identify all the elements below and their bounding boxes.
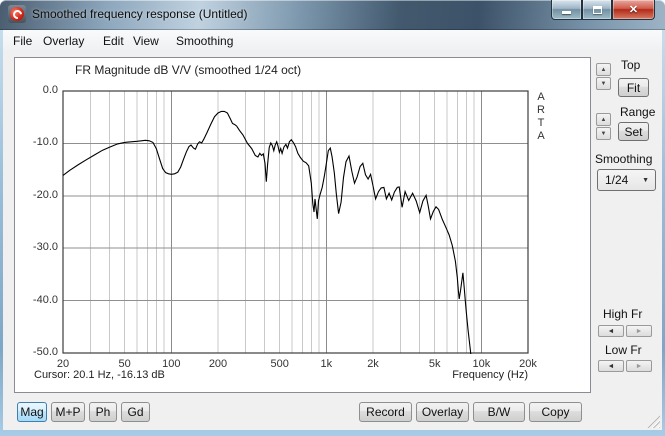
titlebar[interactable]: Smoothed frequency response (Untitled) ✕ [0,0,665,30]
smoothing-dropdown[interactable]: 1/24 ▼ [597,169,656,191]
arrow-down-icon: ▼ [600,80,607,87]
arrow-down-icon: ▼ [600,130,607,137]
frequency-response-plot[interactable] [62,90,529,359]
arrow-left-icon: ◄ [607,362,615,370]
close-button[interactable]: ✕ [612,0,655,20]
arta-watermark-letter: A [537,130,545,142]
arta-watermark-letter: A [537,91,545,103]
cursor-readout: Cursor: 20.1 Hz, -16.13 dB [34,369,165,381]
maximize-button[interactable] [582,0,612,20]
ph-view-button[interactable]: Ph [89,402,117,422]
arta-watermark: ARTA [533,91,549,143]
y-axis-tick-label: -10.0 [32,136,58,149]
window-controls: ✕ [551,0,655,20]
top-spinner: ▲ ▼ [596,63,611,91]
maximize-icon [592,5,602,14]
y-axis-tick-label: -40.0 [32,293,58,306]
range-spin-up-button[interactable]: ▲ [596,113,611,126]
range-spin-down-button[interactable]: ▼ [596,127,611,140]
m-plus-p-view-button[interactable]: M+P [51,402,85,422]
top-spin-up-button[interactable]: ▲ [596,63,611,76]
range-label: Range [620,105,656,119]
low-fr-increase-button[interactable]: ► [626,360,652,372]
menu-smoothing[interactable]: Smoothing [173,30,236,52]
arrow-up-icon: ▲ [600,116,607,123]
x-axis-tick-label: 500 [270,358,289,370]
x-axis-title: Frequency (Hz) [452,369,528,381]
arrow-right-icon: ► [635,327,643,335]
resize-grip[interactable] [647,415,660,428]
menu-edit[interactable]: Edit [100,30,127,52]
app-window: Smoothed frequency response (Untitled) ✕… [0,0,665,436]
close-icon: ✕ [628,3,639,16]
menu-overlay[interactable]: Overlay [40,30,87,52]
low-fr-decrease-button[interactable]: ◄ [598,360,624,372]
high-fr-label: High Fr [603,307,643,321]
gd-view-button[interactable]: Gd [121,402,150,422]
copy-button[interactable]: Copy [529,402,582,422]
chevron-down-icon: ▼ [642,176,649,184]
arrow-up-icon: ▲ [600,66,607,73]
low-fr-label: Low Fr [605,343,642,357]
menu-file[interactable]: File [10,30,35,52]
y-axis-tick-label: -20.0 [32,188,58,201]
menu-view[interactable]: View [130,30,162,52]
y-axis-tick-label: 0.0 [42,84,58,96]
record-button[interactable]: Record [359,402,412,422]
arta-watermark-letter: T [537,117,545,129]
minimize-icon [562,11,571,14]
fit-button[interactable]: Fit [618,78,649,97]
bw-button[interactable]: B/W [473,402,525,422]
overlay-button[interactable]: Overlay [416,402,469,422]
top-label: Top [621,58,641,72]
y-axis-tick-label: -30.0 [32,241,58,254]
high-fr-increase-button[interactable]: ► [626,325,652,337]
high-fr-decrease-button[interactable]: ◄ [598,325,624,337]
y-axis-tick-label: -50.0 [32,346,58,358]
chart-title: FR Magnitude dB V/V (smoothed 1/24 oct) [75,63,302,77]
window-title: Smoothed frequency response (Untitled) [32,7,248,21]
mag-view-button[interactable]: Mag [17,402,47,422]
smoothing-value: 1/24 [605,173,629,187]
smoothing-label: Smoothing [595,152,653,166]
minimize-button[interactable] [551,0,582,20]
range-spinner: ▲ ▼ [596,113,611,141]
top-spin-down-button[interactable]: ▼ [596,77,611,90]
arrow-left-icon: ◄ [607,327,615,335]
arta-watermark-letter: R [537,104,545,116]
set-button[interactable]: Set [618,122,649,141]
menubar: File Overlay Edit View Smoothing [3,30,662,52]
x-axis-tick-label: 1k [320,358,333,370]
client-area: File Overlay Edit View Smoothing FR Magn… [3,30,662,430]
arrow-right-icon: ► [635,362,643,370]
x-axis-tick-label: 200 [208,358,228,370]
arta-logo-icon [8,5,26,23]
chart-panel: FR Magnitude dB V/V (smoothed 1/24 oct) … [14,57,591,393]
